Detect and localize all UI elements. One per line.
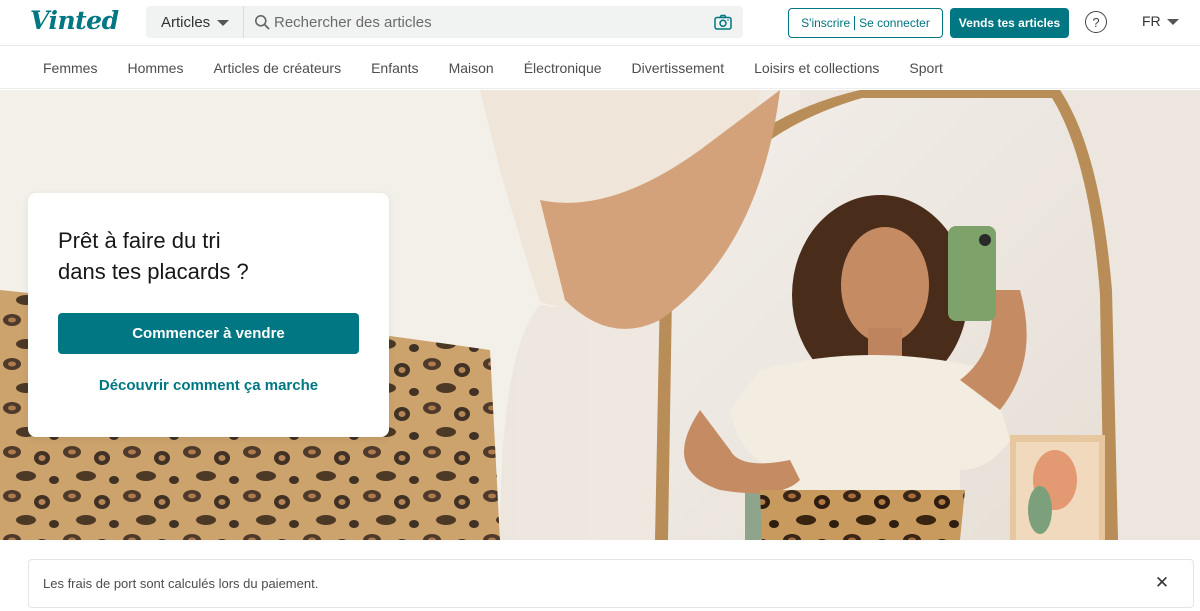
search-icon — [255, 15, 270, 30]
shipping-notice: Les frais de port sont calculés lors du … — [28, 559, 1194, 608]
help-icon[interactable]: ? — [1085, 11, 1107, 33]
search-bar: Articles — [146, 6, 743, 38]
close-icon[interactable]: ✕ — [1153, 573, 1171, 592]
language-label: FR — [1142, 13, 1161, 29]
nav-item-hommes[interactable]: Hommes — [112, 60, 198, 76]
login-label[interactable]: Se connecter — [859, 16, 930, 30]
signup-label[interactable]: S'inscrire — [801, 16, 850, 30]
search-category-dropdown[interactable]: Articles — [146, 6, 244, 38]
nav-item-maison[interactable]: Maison — [434, 60, 509, 76]
nav-item-electronique[interactable]: Électronique — [509, 60, 617, 76]
nav-item-sport[interactable]: Sport — [894, 60, 957, 76]
nav-item-enfants[interactable]: Enfants — [356, 60, 433, 76]
chevron-down-icon — [217, 20, 230, 26]
notice-text: Les frais de port sont calculés lors du … — [43, 576, 319, 591]
nav-item-divertissement[interactable]: Divertissement — [617, 60, 740, 76]
vinted-logo[interactable]: Vinted — [30, 6, 119, 35]
hero-card: Prêt à faire du tri dans tes placards ? … — [28, 193, 389, 437]
camera-icon[interactable] — [714, 14, 732, 30]
top-header: Vinted Articles S'inscrire Se connecter … — [0, 0, 1200, 46]
signup-login-button[interactable]: S'inscrire Se connecter — [788, 8, 943, 38]
nav-item-loisirs-collections[interactable]: Loisirs et collections — [739, 60, 894, 76]
category-nav: Femmes Hommes Articles de créateurs Enfa… — [0, 47, 1200, 89]
hero-title-line1: Prêt à faire du tri — [58, 228, 221, 253]
sell-items-button[interactable]: Vends tes articles — [950, 8, 1069, 38]
search-input[interactable] — [274, 6, 704, 38]
nav-item-femmes[interactable]: Femmes — [28, 60, 112, 76]
nav-item-articles-createurs[interactable]: Articles de créateurs — [198, 60, 356, 76]
divider — [854, 16, 856, 30]
chevron-down-icon — [1166, 19, 1179, 25]
search-category-label: Articles — [161, 13, 211, 31]
hero-title: Prêt à faire du tri dans tes placards ? — [58, 225, 358, 287]
hero-banner: Prêt à faire du tri dans tes placards ? … — [0, 90, 1200, 540]
how-it-works-link[interactable]: Découvrir comment ça marche — [58, 377, 359, 394]
hero-title-line2: dans tes placards ? — [58, 259, 249, 284]
start-selling-button[interactable]: Commencer à vendre — [58, 313, 359, 354]
language-selector[interactable]: FR — [1142, 13, 1179, 29]
